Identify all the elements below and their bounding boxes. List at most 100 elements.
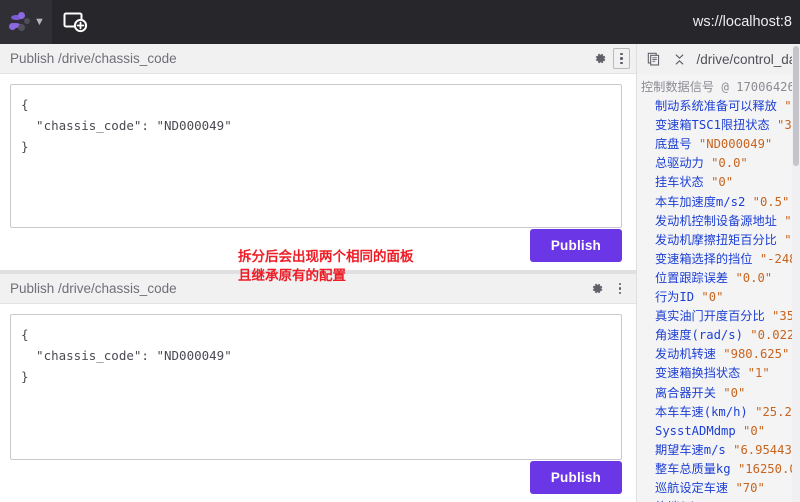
top-bar: ▼ ws://localhost:8​ xyxy=(0,0,800,44)
raw-message-key: 真实油门开度百分比 xyxy=(655,309,765,324)
more-vertical-icon[interactable] xyxy=(610,279,630,299)
add-panel-icon xyxy=(63,12,88,33)
panel-column: Publish /drive/chassis_code {"chassis_c… xyxy=(0,44,800,502)
raw-message-value: "0" xyxy=(735,423,766,438)
raw-message-value: "0" xyxy=(703,175,734,190)
raw-message-key: 巡航设定车速 xyxy=(655,480,729,495)
panel-body-bottom: { "chassis_code": "ND000049" } Publish xyxy=(0,304,636,502)
raw-message-row: 变速箱选择的挡位 "-248" xyxy=(641,250,800,269)
raw-message-value: "16250.0" xyxy=(730,461,800,476)
app-root: ▼ ws://localhost:8​ Publish /drive/chass… xyxy=(0,0,800,502)
raw-message-row: 巡航设定车速 "70" xyxy=(641,479,800,498)
gear-icon[interactable] xyxy=(590,49,610,69)
panel-body-top: { "chassis_code": "ND000049" } Publish xyxy=(0,74,636,270)
raw-message-key: 变速箱选择的挡位 xyxy=(655,251,753,266)
gear-icon[interactable] xyxy=(587,279,607,299)
copy-icon-glyph xyxy=(647,52,659,66)
gear-icon-glyph xyxy=(592,283,602,294)
panel-title: Publish /drive/chassis_code xyxy=(10,51,177,66)
message-editor-content: { "chassis_code": "ND000049" } xyxy=(21,327,232,384)
raw-messages-panel: /drive/control_dat 控制数据信号 @ 1700642699.0… xyxy=(636,44,800,502)
raw-message-key: 挂车状态 xyxy=(655,175,704,190)
raw-message-key: 发动机摩擦扭矩百分比 xyxy=(655,232,777,247)
raw-message-row: 发动机摩擦扭矩百分比 "5 xyxy=(641,231,800,250)
raw-message-value: "0.0" xyxy=(728,270,773,285)
raw-message-row: 变速箱换挡状态 "1" xyxy=(641,364,800,383)
copy-icon[interactable] xyxy=(644,49,663,69)
add-panel-button[interactable] xyxy=(52,0,98,44)
raw-message-value: "1" xyxy=(740,366,770,381)
publish-button[interactable]: Publish xyxy=(529,461,622,494)
raw-message-key: 本车车速(km/h) xyxy=(655,404,748,419)
raw-message-row: 挂车状态 "0" xyxy=(641,173,800,192)
raw-message-value: "70" xyxy=(728,480,765,495)
raw-message-key: 角速度(rad/s) xyxy=(655,328,743,343)
raw-message-row: SysstADMdmp "0" xyxy=(641,422,800,441)
raw-message-row: 期望车速m/s "6.954432 xyxy=(641,441,800,460)
raw-message-key: 总驱动力 xyxy=(655,156,704,171)
panel-header-bottom: Publish /drive/chassis_code xyxy=(0,274,636,304)
raw-message-row: 离合器开关 "0" xyxy=(641,384,800,403)
more-vertical-dots xyxy=(620,52,623,65)
raw-message-value: "ND000049" xyxy=(691,137,773,152)
raw-message-row: 本车车速(km/h) "25.277 xyxy=(641,403,800,422)
collapse-icon[interactable] xyxy=(670,49,689,69)
raw-message-key: 发动机控制设备源地址 xyxy=(655,213,777,228)
publish-button[interactable]: Publish xyxy=(529,229,622,262)
raw-message-value: "0.5" xyxy=(745,194,790,209)
raw-message-value: "0" xyxy=(694,290,724,305)
collapse-icon-glyph xyxy=(676,53,684,65)
panel-scrollbar-thumb[interactable] xyxy=(793,46,799,166)
raw-messages-timestamp: 控制数据信号 @ 1700642699.09 xyxy=(641,80,800,94)
raw-messages-rows: 制动系统准备可以释放 "1 变速箱TSC1限扭状态 "3" 底盘号 "ND00004… xyxy=(641,97,800,502)
publish-row-bottom: Publish xyxy=(529,461,622,494)
more-vertical-dots xyxy=(618,282,622,295)
raw-message-value: "6.954432 xyxy=(725,442,800,457)
connection-url[interactable]: ws://localhost:8​ xyxy=(693,14,792,30)
message-editor-bottom[interactable]: { "chassis_code": "ND000049" } xyxy=(10,314,622,460)
raw-message-row: 角速度(rad/s) "0.022260 xyxy=(641,326,800,345)
raw-message-value: "980.625" xyxy=(715,347,790,362)
raw-message-row: 变速箱TSC1限扭状态 "3" xyxy=(641,116,800,135)
workspace: Publish /drive/chassis_code {"chassis_c… xyxy=(0,44,800,502)
raw-message-key: 离合器开关 xyxy=(655,385,716,400)
raw-messages-topic[interactable]: /drive/control_dat xyxy=(696,52,796,67)
publish-panel-top: Publish /drive/chassis_code {"chassis_c… xyxy=(0,44,636,270)
raw-message-key: 本车加速度m/s2 xyxy=(655,194,746,209)
raw-message-row: 终端id "40898079202" xyxy=(641,498,800,502)
raw-message-key: 制动系统准备可以释放 xyxy=(655,99,777,114)
raw-message-value: "0.0" xyxy=(703,156,748,171)
foxglove-logo-icon xyxy=(7,11,31,33)
raw-message-key: 期望车速m/s xyxy=(655,442,726,457)
raw-message-row: 整车总质量kg "16250.0" xyxy=(641,460,800,479)
panel-header-top: Publish /drive/chassis_code xyxy=(0,44,636,74)
raw-message-row: 发动机转速 "980.625" xyxy=(641,345,800,364)
raw-message-key: 行为ID xyxy=(655,290,695,305)
app-menu-button[interactable]: ▼ xyxy=(0,0,52,44)
panel-title: Publish /drive/chassis_code xyxy=(10,281,177,296)
raw-message-key: 变速箱TSC1限扭状态 xyxy=(655,118,770,133)
message-editor-content: { "chassis_code": "ND000049" } xyxy=(21,97,232,154)
panel-header-actions xyxy=(587,279,630,299)
raw-message-key: 发动机转速 xyxy=(655,347,716,362)
raw-message-row: 底盘号 "ND000049" xyxy=(641,135,800,154)
raw-message-key: 整车总质量kg xyxy=(655,461,731,476)
panel-scrollbar[interactable] xyxy=(792,44,800,502)
raw-message-key: 底盘号 xyxy=(655,137,692,152)
raw-messages-list[interactable]: 控制数据信号 @ 1700642699.09 制动系统准备可以释放 "1变速箱T… xyxy=(637,74,800,502)
raw-message-value: "0" xyxy=(715,385,746,400)
gear-icon-glyph xyxy=(595,53,605,64)
chevron-down-icon: ▼ xyxy=(34,15,45,28)
publish-row-top: Publish xyxy=(529,229,622,262)
raw-message-row: 行为ID "0" xyxy=(641,288,800,307)
publish-panel-bottom: Publish /drive/chassis_code {"chassis_c… xyxy=(0,274,636,502)
raw-message-row: 发动机控制设备源地址 "3 xyxy=(641,212,800,231)
raw-message-row: 制动系统准备可以释放 "1 xyxy=(641,97,800,116)
raw-message-key: SysstADMdmp xyxy=(655,423,736,438)
raw-message-row: 真实油门开度百分比 "35. xyxy=(641,307,800,326)
more-vertical-icon[interactable] xyxy=(613,48,630,69)
raw-message-row: 本车加速度m/s2 "0.5" xyxy=(641,193,800,212)
raw-message-key: 位置跟踪误差 xyxy=(655,270,729,285)
message-editor-top[interactable]: { "chassis_code": "ND000049" } xyxy=(10,84,622,228)
raw-messages-header: /drive/control_dat xyxy=(637,44,800,74)
